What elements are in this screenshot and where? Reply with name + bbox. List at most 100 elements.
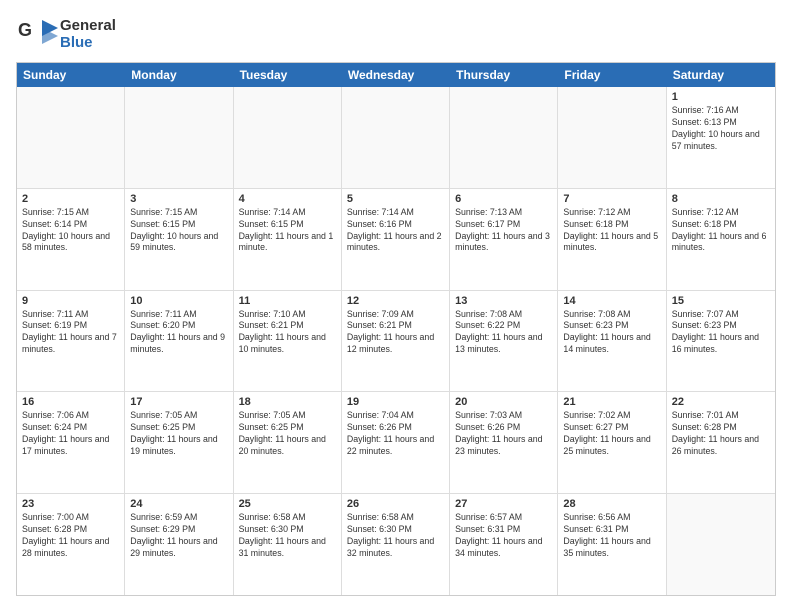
day-info: Sunrise: 7:14 AM Sunset: 6:15 PM Dayligh… [239,207,336,255]
cal-day-24: 24 Sunrise: 6:59 AM Sunset: 6:29 PM Dayli… [125,494,233,595]
cal-day-23: 23 Sunrise: 7:00 AM Sunset: 6:28 PM Dayli… [17,494,125,595]
day-info: Sunrise: 7:09 AM Sunset: 6:21 PM Dayligh… [347,309,444,357]
calendar-body: 1Sunrise: 7:16 AM Sunset: 6:13 PM Daylig… [17,87,775,595]
day-info: Sunrise: 7:05 AM Sunset: 6:25 PM Dayligh… [130,410,227,458]
day-number: 19 [347,396,444,408]
day-info: Sunrise: 7:07 AM Sunset: 6:23 PM Dayligh… [672,309,770,357]
cal-day-27: 27 Sunrise: 6:57 AM Sunset: 6:31 PM Dayli… [450,494,558,595]
day-number: 8 [672,193,770,205]
weekday-header-friday: Friday [558,63,666,87]
cal-day-17: 17 Sunrise: 7:05 AM Sunset: 6:25 PM Dayli… [125,392,233,493]
cal-empty-0-0 [17,87,125,188]
day-info: Sunrise: 7:13 AM Sunset: 6:17 PM Dayligh… [455,207,552,255]
day-info: Sunrise: 6:57 AM Sunset: 6:31 PM Dayligh… [455,512,552,560]
day-number: 5 [347,193,444,205]
cal-empty-0-1 [125,87,233,188]
cal-week-0: 1Sunrise: 7:16 AM Sunset: 6:13 PM Daylig… [17,87,775,189]
day-info: Sunrise: 7:06 AM Sunset: 6:24 PM Dayligh… [22,410,119,458]
day-info: Sunrise: 7:11 AM Sunset: 6:19 PM Dayligh… [22,309,119,357]
cal-day-4: 4 Sunrise: 7:14 AM Sunset: 6:15 PM Daylig… [234,189,342,290]
day-info: Sunrise: 7:14 AM Sunset: 6:16 PM Dayligh… [347,207,444,255]
day-number: 9 [22,295,119,307]
day-info: Sunrise: 7:04 AM Sunset: 6:26 PM Dayligh… [347,410,444,458]
day-number: 13 [455,295,552,307]
day-number: 27 [455,498,552,510]
day-number: 2 [22,193,119,205]
cal-day-19: 19 Sunrise: 7:04 AM Sunset: 6:26 PM Dayli… [342,392,450,493]
day-info: Sunrise: 7:00 AM Sunset: 6:28 PM Dayligh… [22,512,119,560]
logo-blue-text: Blue [60,34,116,51]
day-number: 18 [239,396,336,408]
day-info: Sunrise: 7:08 AM Sunset: 6:22 PM Dayligh… [455,309,552,357]
cal-week-1: 2Sunrise: 7:15 AM Sunset: 6:14 PM Daylig… [17,189,775,291]
cal-week-2: 9 Sunrise: 7:11 AM Sunset: 6:19 PM Daylig… [17,291,775,393]
cal-day-9: 9 Sunrise: 7:11 AM Sunset: 6:19 PM Daylig… [17,291,125,392]
calendar: SundayMondayTuesdayWednesdayThursdayFrid… [16,62,776,596]
cal-empty-0-3 [342,87,450,188]
day-info: Sunrise: 7:02 AM Sunset: 6:27 PM Dayligh… [563,410,660,458]
day-info: Sunrise: 7:05 AM Sunset: 6:25 PM Dayligh… [239,410,336,458]
day-info: Sunrise: 6:58 AM Sunset: 6:30 PM Dayligh… [239,512,336,560]
cal-day-25: 25 Sunrise: 6:58 AM Sunset: 6:30 PM Dayli… [234,494,342,595]
day-number: 21 [563,396,660,408]
day-info: Sunrise: 7:03 AM Sunset: 6:26 PM Dayligh… [455,410,552,458]
day-number: 25 [239,498,336,510]
cal-day-7: 7 Sunrise: 7:12 AM Sunset: 6:18 PM Daylig… [558,189,666,290]
day-number: 23 [22,498,119,510]
logo: G General Blue [16,16,116,52]
day-number: 22 [672,396,770,408]
day-number: 17 [130,396,227,408]
weekday-header-saturday: Saturday [667,63,775,87]
day-info: Sunrise: 6:58 AM Sunset: 6:30 PM Dayligh… [347,512,444,560]
cal-empty-0-4 [450,87,558,188]
cal-day-8: 8 Sunrise: 7:12 AM Sunset: 6:18 PM Daylig… [667,189,775,290]
logo-svg: G [16,16,58,52]
day-number: 4 [239,193,336,205]
cal-day-15: 15 Sunrise: 7:07 AM Sunset: 6:23 PM Dayli… [667,291,775,392]
cal-day-1: 1Sunrise: 7:16 AM Sunset: 6:13 PM Daylig… [667,87,775,188]
weekday-header-sunday: Sunday [17,63,125,87]
day-info: Sunrise: 7:01 AM Sunset: 6:28 PM Dayligh… [672,410,770,458]
weekday-header-wednesday: Wednesday [342,63,450,87]
day-number: 15 [672,295,770,307]
weekday-header-monday: Monday [125,63,233,87]
cal-day-20: 20Sunrise: 7:03 AM Sunset: 6:26 PM Dayli… [450,392,558,493]
day-info: Sunrise: 7:16 AM Sunset: 6:13 PM Dayligh… [672,105,770,153]
cal-day-28: 28Sunrise: 6:56 AM Sunset: 6:31 PM Dayli… [558,494,666,595]
cal-day-16: 16 Sunrise: 7:06 AM Sunset: 6:24 PM Dayli… [17,392,125,493]
logo-general-text: General [60,17,116,34]
day-info: Sunrise: 7:10 AM Sunset: 6:21 PM Dayligh… [239,309,336,357]
cal-day-14: 14 Sunrise: 7:08 AM Sunset: 6:23 PM Dayli… [558,291,666,392]
day-info: Sunrise: 6:56 AM Sunset: 6:31 PM Dayligh… [563,512,660,560]
day-info: Sunrise: 7:15 AM Sunset: 6:15 PM Dayligh… [130,207,227,255]
svg-text:G: G [18,20,32,40]
cal-empty-0-2 [234,87,342,188]
cal-day-18: 18 Sunrise: 7:05 AM Sunset: 6:25 PM Dayli… [234,392,342,493]
cal-day-5: 5 Sunrise: 7:14 AM Sunset: 6:16 PM Daylig… [342,189,450,290]
cal-week-4: 23 Sunrise: 7:00 AM Sunset: 6:28 PM Dayli… [17,494,775,595]
cal-empty-4-6 [667,494,775,595]
day-info: Sunrise: 7:12 AM Sunset: 6:18 PM Dayligh… [672,207,770,255]
day-info: Sunrise: 6:59 AM Sunset: 6:29 PM Dayligh… [130,512,227,560]
cal-day-22: 22 Sunrise: 7:01 AM Sunset: 6:28 PM Dayli… [667,392,775,493]
day-info: Sunrise: 7:12 AM Sunset: 6:18 PM Dayligh… [563,207,660,255]
day-number: 10 [130,295,227,307]
day-info: Sunrise: 7:11 AM Sunset: 6:20 PM Dayligh… [130,309,227,357]
cal-day-3: 3 Sunrise: 7:15 AM Sunset: 6:15 PM Daylig… [125,189,233,290]
day-number: 14 [563,295,660,307]
cal-day-6: 6 Sunrise: 7:13 AM Sunset: 6:17 PM Daylig… [450,189,558,290]
day-number: 7 [563,193,660,205]
day-number: 3 [130,193,227,205]
cal-day-13: 13 Sunrise: 7:08 AM Sunset: 6:22 PM Dayli… [450,291,558,392]
day-number: 26 [347,498,444,510]
day-number: 12 [347,295,444,307]
day-number: 6 [455,193,552,205]
cal-day-2: 2Sunrise: 7:15 AM Sunset: 6:14 PM Daylig… [17,189,125,290]
cal-day-11: 11 Sunrise: 7:10 AM Sunset: 6:21 PM Dayli… [234,291,342,392]
cal-day-26: 26 Sunrise: 6:58 AM Sunset: 6:30 PM Dayli… [342,494,450,595]
day-number: 24 [130,498,227,510]
weekday-header-thursday: Thursday [450,63,558,87]
day-info: Sunrise: 7:08 AM Sunset: 6:23 PM Dayligh… [563,309,660,357]
day-number: 16 [22,396,119,408]
day-number: 11 [239,295,336,307]
